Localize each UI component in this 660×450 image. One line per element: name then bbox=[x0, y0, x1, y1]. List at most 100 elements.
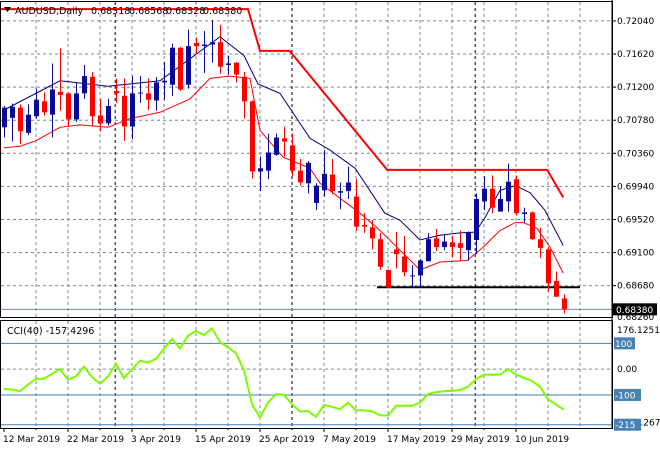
candle-bull bbox=[10, 106, 15, 118]
candle-bear bbox=[370, 227, 375, 239]
candle-bull bbox=[130, 93, 135, 127]
candle-bull bbox=[466, 232, 471, 251]
candle-bear bbox=[146, 93, 151, 100]
candle-bull bbox=[258, 168, 263, 172]
candle-bull bbox=[522, 212, 527, 214]
candle-bull bbox=[202, 44, 207, 47]
candle-bear bbox=[298, 170, 303, 183]
price-tick-label: 0.72040 bbox=[617, 17, 654, 27]
candle-bear bbox=[354, 196, 359, 227]
candle-bull bbox=[346, 182, 351, 192]
slow-ma-line bbox=[3, 75, 564, 274]
candle-bull bbox=[426, 239, 431, 262]
candle-bear bbox=[546, 249, 551, 284]
candle-bull bbox=[338, 191, 343, 193]
date-label: 10 Jun 2019 bbox=[515, 435, 569, 445]
candle-bear bbox=[98, 115, 103, 124]
date-label: 25 Apr 2019 bbox=[259, 435, 315, 445]
candle-bear bbox=[330, 174, 335, 192]
candle-bull bbox=[138, 92, 143, 94]
candle-bear bbox=[362, 225, 367, 227]
candle-bull bbox=[186, 46, 191, 85]
candle-bear bbox=[402, 256, 407, 273]
candle-bull bbox=[498, 199, 503, 212]
candle-bear bbox=[386, 269, 391, 288]
candle-bear bbox=[90, 76, 95, 117]
candle-bear bbox=[434, 238, 439, 248]
period-separators bbox=[114, 2, 476, 428]
candle-bull bbox=[274, 137, 279, 155]
candle-bull bbox=[506, 181, 511, 202]
price-tick-label: 0.69100 bbox=[617, 249, 654, 259]
candle-bear bbox=[450, 242, 455, 248]
candle-bear bbox=[66, 93, 71, 120]
candle-bull bbox=[410, 275, 415, 277]
candle-bull bbox=[210, 42, 215, 45]
candle-bear bbox=[114, 91, 119, 94]
candle-bear bbox=[18, 107, 23, 132]
candle-bear bbox=[218, 42, 223, 67]
candle-bull bbox=[306, 162, 311, 184]
candle-bear bbox=[242, 76, 247, 102]
ohlc-open: 0.68518 bbox=[91, 6, 130, 17]
candle-bull bbox=[482, 188, 487, 202]
candle-bear bbox=[514, 179, 519, 214]
candle-bear bbox=[394, 249, 399, 255]
candle-bull bbox=[418, 260, 423, 276]
price-tick-label: 0.71620 bbox=[617, 50, 654, 60]
candle-bear bbox=[290, 145, 295, 171]
candle-bear bbox=[282, 138, 287, 142]
candle-bull bbox=[82, 76, 87, 94]
price-tick-label: 0.70780 bbox=[617, 116, 654, 126]
candle-bull bbox=[154, 82, 159, 101]
candle-bear bbox=[562, 298, 567, 310]
candle-bull bbox=[74, 93, 79, 120]
symbol-label: AUDUSD,Daily bbox=[15, 6, 84, 17]
date-label: 12 Mar 2019 bbox=[3, 435, 60, 445]
ohlc-close: 0.68380 bbox=[203, 6, 242, 17]
grid bbox=[1, 2, 612, 428]
price-tick-label: 0.70360 bbox=[617, 149, 654, 159]
candle-bear bbox=[378, 239, 383, 267]
date-label: 17 May 2019 bbox=[387, 435, 446, 445]
candle-bull bbox=[322, 173, 327, 191]
price-tick-label: 0.69520 bbox=[617, 215, 654, 225]
cci-panel bbox=[1, 326, 612, 426]
candle-bull bbox=[2, 107, 7, 128]
price-chart[interactable]: 0.72040 0.71620 0.71200 0.70780 0.70360 0.699… bbox=[0, 0, 660, 450]
price-tick-label: 0.71200 bbox=[617, 83, 654, 93]
candle-bear bbox=[234, 62, 239, 75]
main-panel-frame bbox=[0, 1, 613, 318]
candle-bull bbox=[34, 99, 39, 117]
price-tick-label: 0.69940 bbox=[617, 182, 654, 192]
candle-bear bbox=[490, 188, 495, 208]
candles bbox=[2, 20, 567, 314]
current-price-label: 0.68380 bbox=[616, 306, 653, 316]
candle-bear bbox=[58, 91, 63, 95]
candle-bull bbox=[26, 114, 31, 133]
candle-bull bbox=[314, 185, 319, 203]
cci-zero-label: 0.00 bbox=[617, 365, 637, 375]
candle-bull bbox=[474, 199, 479, 240]
axes: 0.72040 0.71620 0.71200 0.70780 0.70360 0.699… bbox=[3, 0, 660, 445]
candle-bull bbox=[442, 241, 447, 248]
candle-bull bbox=[266, 152, 271, 171]
date-label: 22 Mar 2019 bbox=[67, 435, 124, 445]
cci-line bbox=[3, 326, 565, 420]
candle-bull bbox=[170, 47, 175, 85]
ohlc-low: 0.68328 bbox=[166, 6, 205, 17]
date-label: 3 Apr 2019 bbox=[131, 435, 181, 445]
candle-bear bbox=[538, 239, 543, 248]
candle-bear bbox=[194, 42, 199, 47]
upper-channel-line bbox=[0, 8, 565, 198]
candle-bear bbox=[42, 101, 47, 113]
candle-bull bbox=[162, 80, 167, 83]
date-label: 15 Apr 2019 bbox=[195, 435, 251, 445]
date-label: 7 May 2019 bbox=[323, 435, 376, 445]
ohlc-high: 0.68568 bbox=[129, 6, 168, 17]
candle-bull bbox=[106, 106, 111, 124]
candle-bull bbox=[226, 63, 231, 66]
candle-bear bbox=[530, 212, 535, 240]
date-label: 29 May 2019 bbox=[451, 435, 510, 445]
candle-bull bbox=[50, 89, 55, 115]
